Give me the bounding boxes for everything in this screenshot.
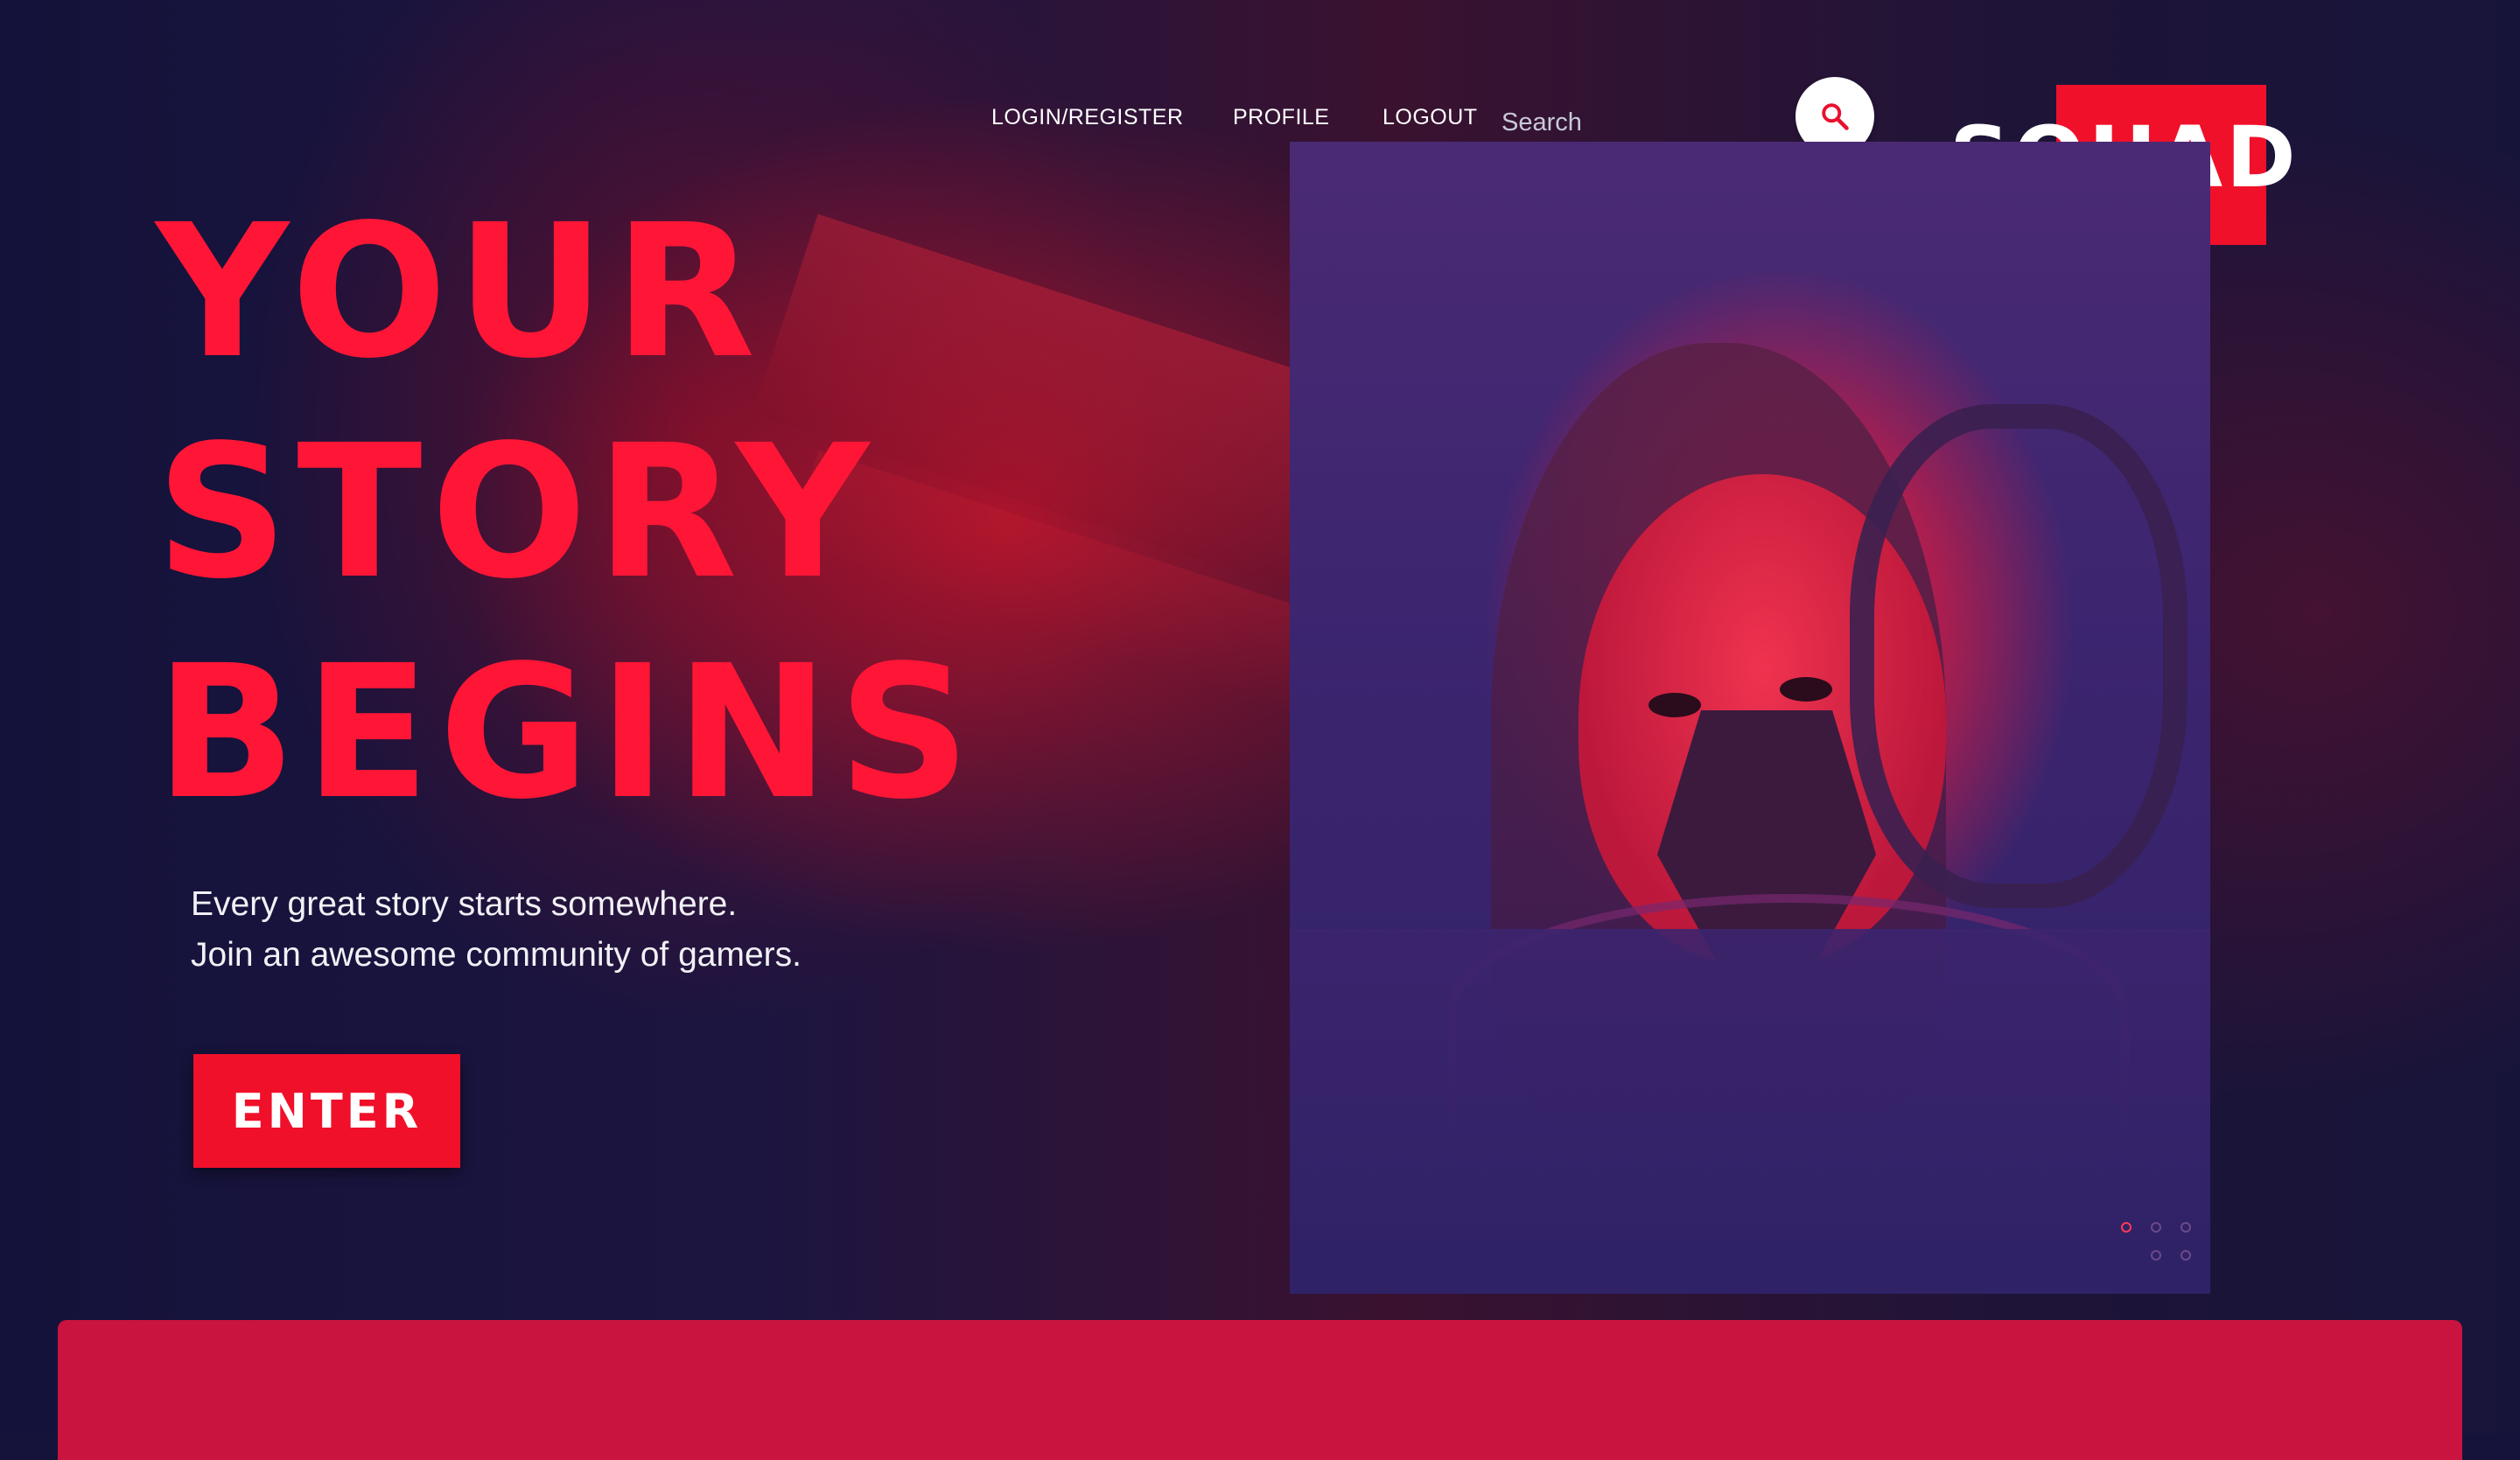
hero-title-line: STORY <box>156 405 878 619</box>
carousel-dot[interactable] <box>2121 1222 2132 1233</box>
hero-title-line: BEGINS <box>156 625 980 840</box>
nav-logout[interactable]: LOGOUT <box>1382 105 1478 130</box>
portrait-eye <box>1780 677 1832 702</box>
nav-login-register[interactable]: LOGIN/REGISTER <box>991 105 1184 130</box>
carousel-dot[interactable] <box>2180 1250 2191 1261</box>
bottom-content-panel <box>58 1320 2462 1460</box>
search-field <box>1500 96 1797 149</box>
portrait-headset <box>1850 404 2188 908</box>
hero-title: YOUR STORY BEGINS <box>156 182 979 843</box>
enter-button[interactable]: ENTER <box>193 1054 460 1168</box>
carousel-dot[interactable] <box>2151 1250 2161 1261</box>
hero-title-line: YOUR <box>156 185 765 399</box>
hero-portrait-image <box>1290 142 2210 1294</box>
nav-profile[interactable]: PROFILE <box>1233 105 1329 130</box>
carousel-dot[interactable] <box>2180 1222 2191 1233</box>
portrait-eye <box>1648 693 1701 717</box>
carousel-dot[interactable] <box>2151 1222 2161 1233</box>
tagline-line: Every great story starts somewhere. <box>191 885 738 923</box>
carousel-dots <box>2121 1222 2193 1261</box>
portrait-suit <box>1290 929 2210 1294</box>
search-icon <box>1822 103 1849 130</box>
search-input[interactable] <box>1500 96 1797 149</box>
tagline-line: Join an awesome community of gamers. <box>191 936 802 974</box>
hero-tagline: Every great story starts somewhere. Join… <box>191 879 802 981</box>
